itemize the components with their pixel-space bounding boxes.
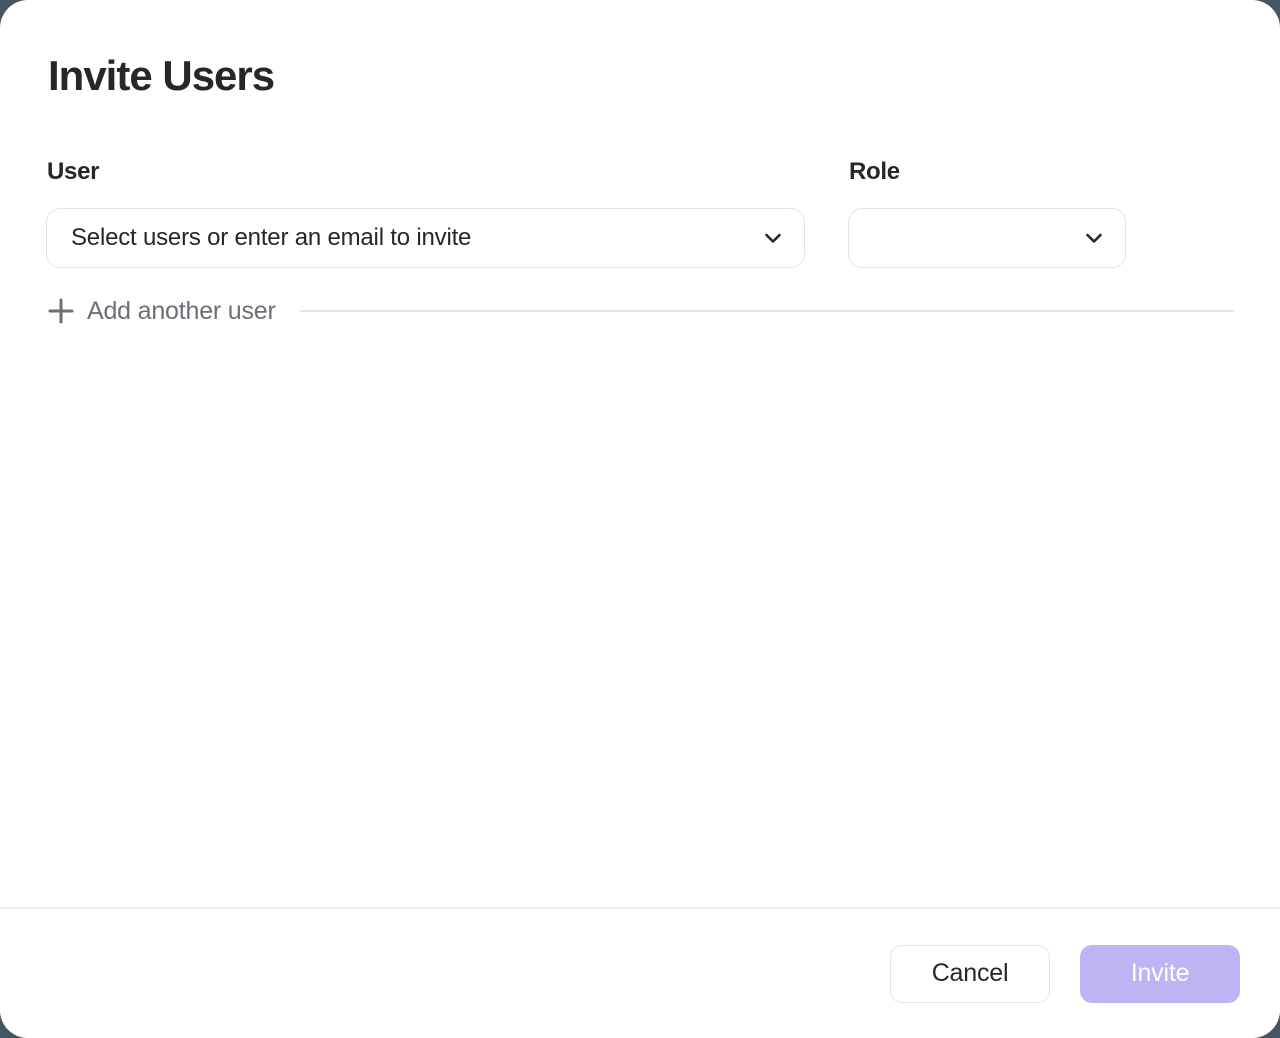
cancel-button[interactable]: Cancel xyxy=(890,945,1050,1003)
user-field-group: User Select users or enter an email to i… xyxy=(46,158,805,268)
plus-icon xyxy=(46,296,76,326)
chevron-down-icon xyxy=(1083,227,1105,249)
invite-button[interactable]: Invite xyxy=(1080,945,1240,1003)
add-another-user-row: Add another user xyxy=(46,296,1234,326)
modal-content: Invite Users User Select users or enter … xyxy=(0,0,1280,326)
invite-users-modal: Invite Users User Select users or enter … xyxy=(0,0,1280,1038)
user-select[interactable]: Select users or enter an email to invite xyxy=(46,208,805,268)
user-field-label: User xyxy=(47,158,805,186)
invite-form-row: User Select users or enter an email to i… xyxy=(46,158,1234,268)
page-title: Invite Users xyxy=(48,52,1234,100)
user-select-placeholder: Select users or enter an email to invite xyxy=(71,224,471,252)
role-field-label: Role xyxy=(849,158,1126,186)
add-another-user-button[interactable]: Add another user xyxy=(87,297,276,326)
role-select[interactable] xyxy=(848,208,1126,268)
role-field-group: Role xyxy=(848,158,1126,268)
chevron-down-icon xyxy=(762,227,784,249)
modal-footer: Cancel Invite xyxy=(0,907,1280,1038)
add-row-divider xyxy=(300,310,1234,312)
